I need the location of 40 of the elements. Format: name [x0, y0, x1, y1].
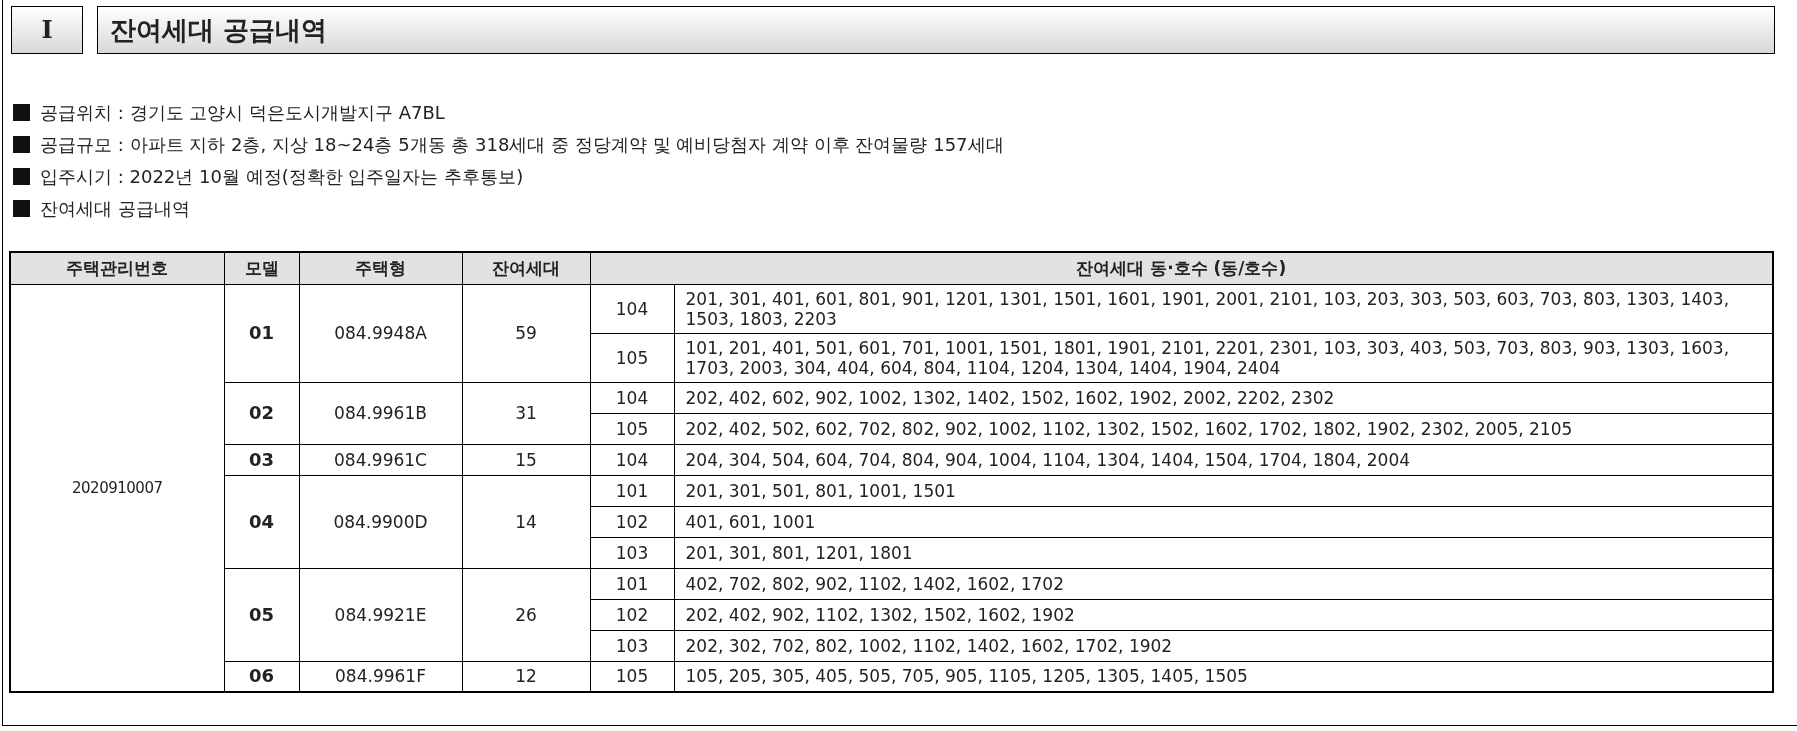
table-cell: 15	[462, 444, 590, 475]
column-header: 주택형	[299, 252, 462, 284]
square-bullet-icon	[13, 104, 30, 121]
section-title: 잔여세대 공급내역	[97, 6, 1775, 54]
column-header: 잔여세대	[462, 252, 590, 284]
table-cell: 05	[224, 568, 299, 661]
square-bullet-icon	[13, 200, 30, 217]
bullet-text: 잔여세대 공급내역	[40, 198, 190, 219]
table-cell: 14	[462, 475, 590, 568]
section-number: I	[11, 6, 83, 54]
table-cell: 084.9961B	[299, 382, 462, 444]
table-cell: 31	[462, 382, 590, 444]
bullet-text: 공급규모 : 아파트 지하 2층, 지상 18~24층 5개동 총 318세대 중 정당계약 및 예비당첨자 계약 이후 잔여물량 157세대	[40, 134, 1004, 155]
table-cell: 104	[590, 444, 674, 475]
table-cell: 105	[590, 333, 674, 382]
table-cell: 03	[224, 444, 299, 475]
table-cell: 105	[590, 413, 674, 444]
table-cell: 104	[590, 382, 674, 413]
table-cell: 104	[590, 284, 674, 333]
table-cell: 103	[590, 537, 674, 568]
column-header: 주택관리번호	[10, 252, 224, 284]
square-bullet-icon	[13, 136, 30, 153]
table-cell: 084.9921E	[299, 568, 462, 661]
column-header: 모델	[224, 252, 299, 284]
table-cell: 26	[462, 568, 590, 661]
square-bullet-icon	[13, 168, 30, 185]
table-cell: 101	[590, 475, 674, 506]
table-cell: 02	[224, 382, 299, 444]
table-cell: 04	[224, 475, 299, 568]
table-cell: 102	[590, 506, 674, 537]
table-cell: 084.9948A	[299, 284, 462, 382]
bullet-text: 입주시기 : 2022년 10월 예정(정확한 입주일자는 추후통보)	[40, 166, 524, 187]
table-cell: 084.9900D	[299, 475, 462, 568]
table-cell: 084.9961C	[299, 444, 462, 475]
table-cell: 01	[224, 284, 299, 382]
table-cell: 101	[590, 568, 674, 599]
table-cell: 103	[590, 630, 674, 661]
table-cell: 102	[590, 599, 674, 630]
table-cell: 59	[462, 284, 590, 382]
bullet-text: 공급위치 : 경기도 고양시 덕은도시개발지구 A7BL	[40, 102, 445, 123]
